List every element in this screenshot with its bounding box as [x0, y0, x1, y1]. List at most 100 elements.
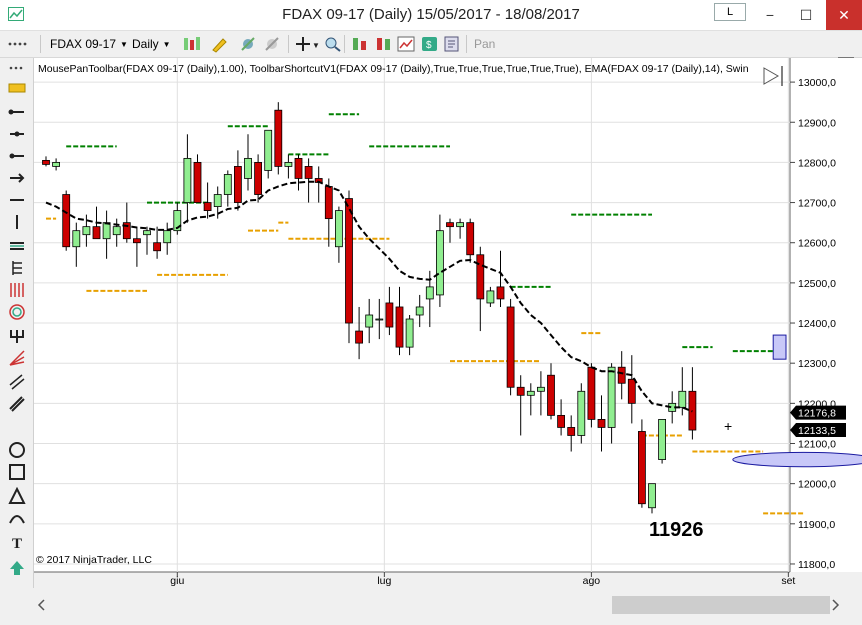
candle-body: [486, 290, 495, 304]
close-button[interactable]: ✕: [826, 0, 862, 30]
y-tick-label: 11900,0: [798, 519, 835, 531]
candle-body: [536, 386, 545, 392]
gann-fan-icon[interactable]: [6, 348, 28, 368]
chart-toolbar: FDAX 09-17 ▼ Daily ▼ ▼ $ Pan F: [0, 31, 862, 71]
scrollbar-corner: [840, 594, 862, 616]
candle-body: [547, 374, 555, 416]
candle-body: [52, 162, 61, 167]
candle-body: [102, 222, 111, 240]
fibonacci-retracement-icon[interactable]: [6, 258, 28, 278]
ruler-icon[interactable]: [6, 78, 28, 98]
scroll-left-icon: [37, 599, 45, 611]
candle-body: [284, 162, 293, 167]
candle-body: [425, 286, 434, 300]
text-icon[interactable]: T: [6, 532, 28, 552]
minimize-button[interactable]: −: [752, 0, 788, 30]
drawing-tool-button[interactable]: [210, 34, 232, 54]
maximize-button[interactable]: ☐: [788, 0, 824, 30]
triangle-icon[interactable]: [6, 486, 28, 506]
rectangle-icon[interactable]: [6, 462, 28, 482]
candle-body: [143, 230, 151, 236]
scroll-right-icon: [832, 599, 840, 611]
arrow-up-icon[interactable]: [6, 558, 28, 578]
candle-body: [597, 419, 606, 428]
y-tick-label: 12100,0: [798, 439, 836, 451]
candle-body: [577, 390, 586, 436]
y-tick-label: 12000,0: [798, 479, 836, 491]
instrument-selector[interactable]: FDAX 09-17 ▼: [50, 34, 128, 54]
interval-selector[interactable]: Daily ▼: [132, 34, 171, 54]
price-chart[interactable]: 13000,0 12900,0 12800,0 12700,0 12600,0 12500…: [34, 58, 862, 594]
candle-body: [153, 242, 161, 252]
strategies-button[interactable]: [262, 34, 284, 54]
x-tick-label: set: [781, 575, 795, 587]
candle-body: [435, 230, 444, 296]
candle-body: [617, 366, 626, 384]
trade-button[interactable]: $: [420, 34, 442, 54]
y-tick-label: 13000,0: [798, 77, 836, 89]
candle-body: [385, 302, 394, 328]
y-tick-label: 12500,0: [798, 278, 836, 290]
zone-rectangle[interactable]: [772, 334, 787, 360]
chart-style-button[interactable]: [182, 34, 204, 54]
data-series-button[interactable]: [350, 34, 372, 54]
price-marker-label: 12133,5: [798, 425, 836, 437]
candle-body: [627, 378, 636, 404]
candle-body: [254, 162, 263, 195]
ray-icon[interactable]: [6, 146, 28, 166]
horizontal-line-icon[interactable]: [6, 190, 28, 210]
y-tick-label: 12700,0: [798, 198, 836, 210]
candle-body: [294, 157, 303, 179]
candle-body: [506, 306, 515, 388]
candle-body: [466, 222, 475, 256]
y-tick-label: 11800,0: [798, 559, 835, 571]
candle-body: [304, 166, 313, 179]
pan-button[interactable]: Pan: [474, 34, 495, 54]
chevron-down-icon: ▼: [120, 39, 128, 49]
scrollbar-thumb: [612, 596, 830, 614]
trend-channel-icon[interactable]: [6, 394, 28, 414]
indicators-button[interactable]: [238, 34, 260, 54]
line-icon[interactable]: [6, 124, 28, 144]
candle-body: [193, 162, 202, 203]
zone-ellipse[interactable]: [732, 451, 862, 468]
y-tick-label: 12300,0: [798, 358, 836, 370]
grip-icon: [8, 34, 30, 54]
fibonacci-extension-icon[interactable]: [6, 280, 28, 300]
andrews-pitchfork-icon[interactable]: [6, 326, 28, 346]
candle-body: [345, 198, 353, 324]
channel-icon[interactable]: [6, 236, 28, 256]
candle-body: [203, 202, 212, 211]
candle-body: [516, 386, 525, 396]
candle-body: [112, 226, 121, 236]
candle-body: [163, 230, 172, 244]
zoom-button[interactable]: [322, 34, 344, 54]
drawing-tools-sidebar: T: [0, 58, 34, 588]
low-price-annotation: 11926: [649, 519, 704, 541]
link-button[interactable]: L: [714, 3, 746, 21]
fibonacci-circle-icon[interactable]: [6, 302, 28, 322]
candle-body: [415, 306, 424, 316]
share-button[interactable]: [442, 34, 464, 54]
price-marker: 12176,8: [790, 405, 846, 420]
y-tick-label: 12900,0: [798, 117, 836, 129]
arc-icon[interactable]: [6, 508, 28, 528]
candle-body: [607, 366, 616, 428]
regression-channel-icon[interactable]: [6, 372, 28, 392]
extended-line-icon[interactable]: [6, 168, 28, 188]
svg-text:$: $: [426, 40, 432, 51]
candle-body: [223, 174, 232, 195]
vertical-line-icon[interactable]: [6, 212, 28, 232]
candle-body: [264, 129, 273, 171]
crosshair-button[interactable]: ▼: [294, 34, 320, 54]
arrow-line-icon[interactable]: [6, 102, 28, 122]
x-tick-label: lug: [377, 575, 391, 587]
horizontal-scrollbar[interactable]: [34, 594, 840, 616]
ellipse-icon[interactable]: [6, 440, 28, 460]
y-tick-label: 12800,0: [798, 157, 836, 169]
templates-button[interactable]: [396, 34, 418, 54]
properties-button[interactable]: [374, 34, 396, 54]
candle-body: [567, 427, 576, 436]
price-marker-label: 12176,8: [798, 408, 836, 420]
y-tick-label: 12600,0: [798, 238, 836, 250]
